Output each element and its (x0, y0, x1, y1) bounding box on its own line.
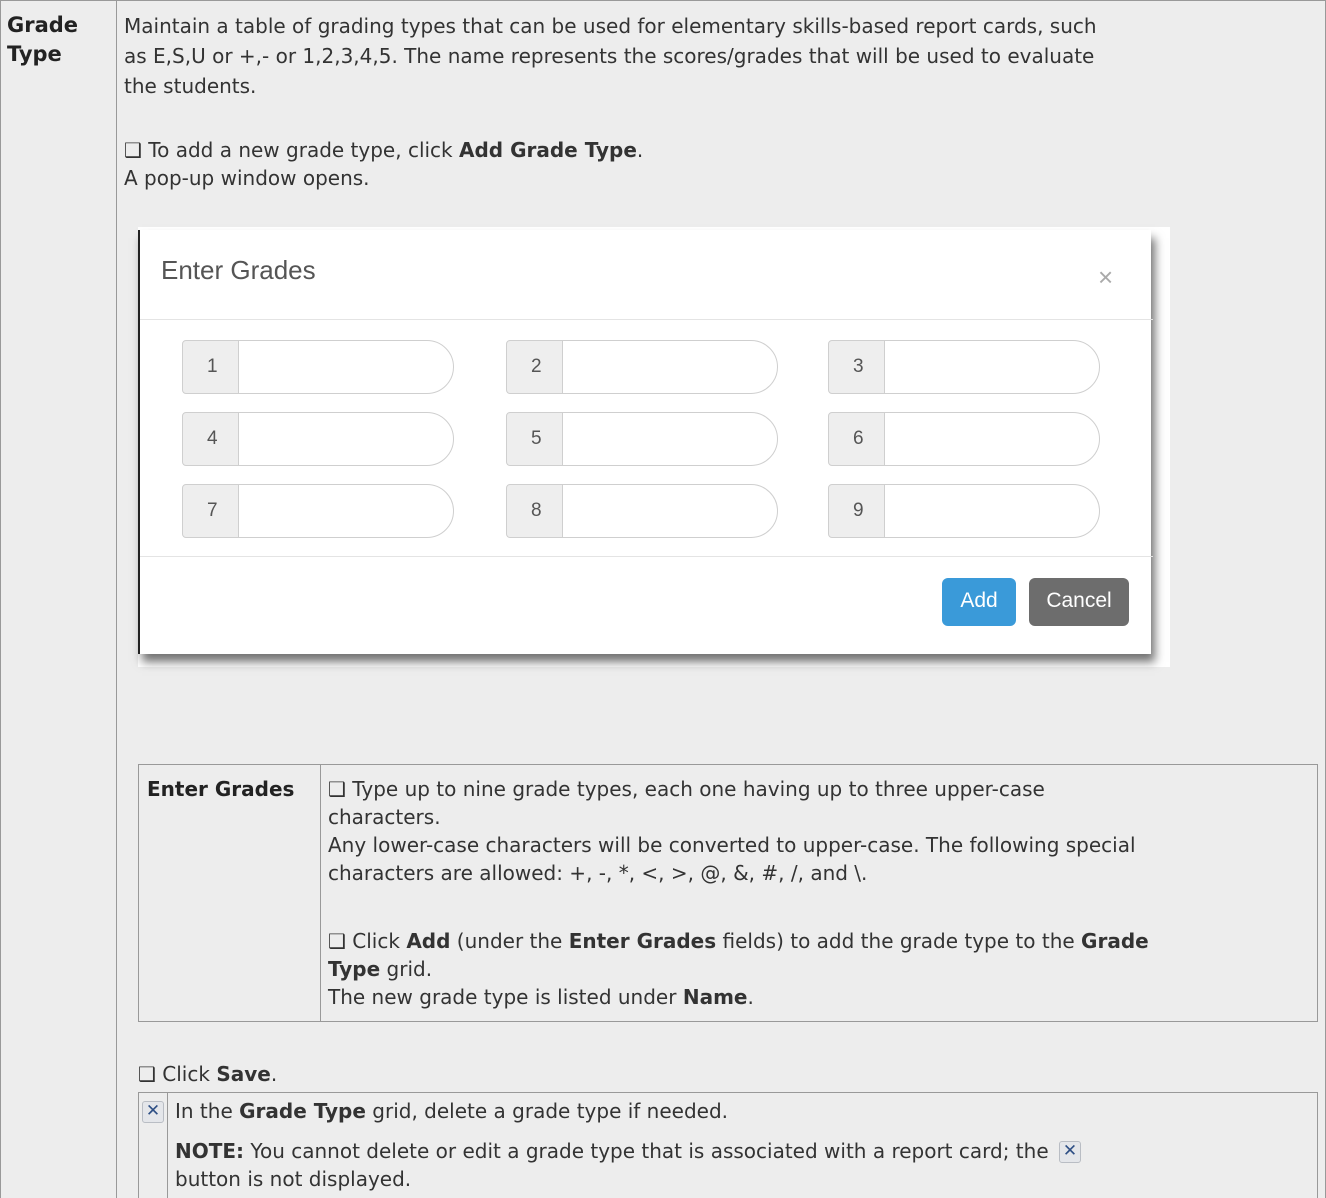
add-ref: Add (406, 929, 451, 953)
click-add-text-2: (under the (450, 929, 569, 953)
step-add-line: ❑ To add a new grade type, click Add Gra… (124, 136, 643, 164)
grade-field-number: 5 (506, 412, 563, 466)
grade-field-4[interactable]: 4 (182, 412, 454, 466)
enter-grades-description-cell: ❑ Type up to nine grade types, each one … (320, 764, 1318, 1022)
delete-text: In the (175, 1099, 240, 1123)
grade-field-1[interactable]: 1 (182, 340, 454, 394)
grade-input[interactable] (562, 340, 778, 394)
type-grid-line: Type grid. (328, 955, 432, 983)
grade-input[interactable] (238, 412, 454, 466)
note-line: NOTE: You cannot delete or edit a grade … (175, 1137, 1081, 1165)
delete-icon[interactable]: ✕ (142, 1101, 164, 1123)
step-add-end: . (636, 138, 644, 162)
intro-line-3: the students. (124, 74, 257, 98)
grade-ref: Grade (1081, 929, 1149, 953)
modal-title: Enter Grades (161, 255, 316, 285)
popup-opens-line: A pop-up window opens. (124, 166, 370, 190)
delete-text-2: grid, delete a grade type if needed. (365, 1099, 729, 1123)
modal-footer-divider (140, 556, 1153, 557)
button-not-displayed-line: button is not displayed. (175, 1167, 412, 1191)
save-line: ❑ Click Save. (138, 1060, 277, 1088)
grade-field-6[interactable]: 6 (828, 412, 1100, 466)
grade-field-number: 1 (182, 340, 239, 394)
grade-field-number: 8 (506, 484, 563, 538)
grade-input[interactable] (562, 412, 778, 466)
grade-input[interactable] (884, 340, 1100, 394)
grade-input[interactable] (562, 484, 778, 538)
delete-icon-cell: ✕ (138, 1092, 168, 1198)
grade-field-7[interactable]: 7 (182, 484, 454, 538)
modal-screenshot: Enter Grades × 1 2 3 4 5 6 7 8 9 Add Can… (138, 227, 1170, 667)
row-label: Grade Type (7, 11, 78, 69)
listed-under-line: The new grade type is listed under Name. (328, 983, 754, 1011)
cancel-button[interactable]: Cancel (1029, 578, 1129, 626)
note-cell: In the Grade Type grid, delete a grade t… (167, 1092, 1318, 1198)
step-add-text: To add a new grade type, click (141, 138, 459, 162)
row-label-line-2: Type (7, 42, 62, 66)
grade-field-number: 4 (182, 412, 239, 466)
grade-input[interactable] (238, 484, 454, 538)
grade-field-number: 6 (828, 412, 885, 466)
enter-grades-line-4: characters are allowed: +, -, *, <, >, @… (328, 861, 868, 885)
name-ref: Name (682, 985, 748, 1009)
close-icon[interactable]: × (1098, 264, 1113, 290)
grade-field-5[interactable]: 5 (506, 412, 778, 466)
row-label-cell: Grade Type (0, 0, 117, 1198)
note-label: NOTE: (175, 1139, 245, 1163)
enter-grades-label: Enter Grades (147, 777, 295, 801)
save-ref: Save (216, 1062, 271, 1086)
listed-under-end: . (747, 985, 754, 1009)
delete-icon-inline: ✕ (1058, 1141, 1081, 1163)
grade-field-8[interactable]: 8 (506, 484, 778, 538)
row-label-line-1: Grade (7, 13, 79, 37)
type-ref: Type (328, 957, 381, 981)
grade-field-number: 3 (828, 340, 885, 394)
enter-grades-modal: Enter Grades × 1 2 3 4 5 6 7 8 9 Add Can… (138, 230, 1153, 654)
enter-grades-line-1: ❑ Type up to nine grade types, each one … (328, 777, 1045, 801)
grade-input[interactable] (238, 340, 454, 394)
grade-field-2[interactable]: 2 (506, 340, 778, 394)
grade-field-number: 2 (506, 340, 563, 394)
grade-field-number: 7 (182, 484, 239, 538)
checkbox-icon: ❑ (124, 138, 142, 162)
add-grade-type-ref: Add Grade Type (459, 138, 637, 162)
click-add-text-3: fields) to add the grade type to the (716, 929, 1082, 953)
grade-field-3[interactable]: 3 (828, 340, 1100, 394)
save-end: . (270, 1062, 278, 1086)
intro-line-2: as E,S,U or +,- or 1,2,3,4,5. The name r… (124, 44, 1095, 68)
save-text: ❑ Click (138, 1062, 217, 1086)
note-text: You cannot delete or edit a grade type t… (244, 1139, 1055, 1163)
click-add-line: ❑ Click Add (under the Enter Grades fiel… (328, 927, 1149, 955)
grade-field-9[interactable]: 9 (828, 484, 1100, 538)
click-add-text: ❑ Click (328, 929, 407, 953)
enter-grades-line-2: characters. (328, 805, 441, 829)
add-button[interactable]: Add (942, 578, 1016, 626)
delete-line: In the Grade Type grid, delete a grade t… (175, 1097, 728, 1125)
enter-grades-line-3: Any lower-case characters will be conver… (328, 833, 1136, 857)
intro-line-1: Maintain a table of grading types that c… (124, 14, 1097, 38)
grade-type-ref: Grade Type (239, 1099, 366, 1123)
grid-text: grid. (380, 957, 433, 981)
modal-header-divider (140, 319, 1153, 320)
grade-field-number: 9 (828, 484, 885, 538)
grade-input[interactable] (884, 484, 1100, 538)
grade-input[interactable] (884, 412, 1100, 466)
enter-grades-label-cell: Enter Grades (138, 764, 321, 1022)
enter-grades-ref: Enter Grades (568, 929, 717, 953)
listed-under-text: The new grade type is listed under (328, 985, 683, 1009)
